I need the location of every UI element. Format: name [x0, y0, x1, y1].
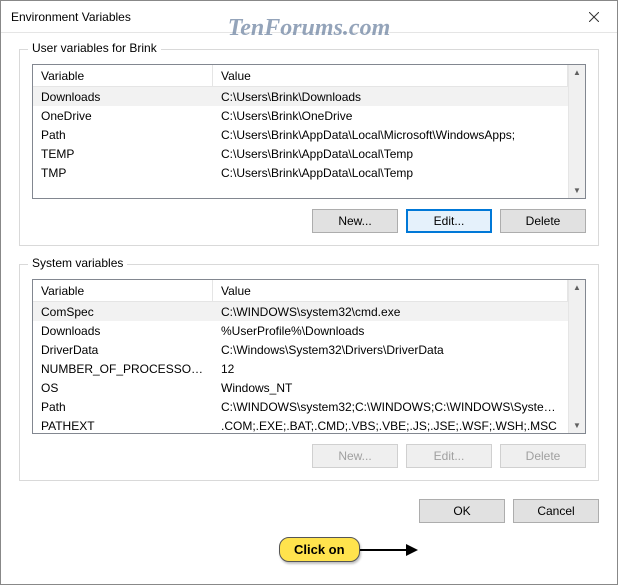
system-group-label: System variables	[28, 256, 127, 270]
table-row[interactable]: DriverData C:\Windows\System32\Drivers\D…	[33, 340, 568, 359]
close-icon	[589, 12, 599, 22]
system-new-button[interactable]: New...	[312, 444, 398, 468]
user-new-button[interactable]: New...	[312, 209, 398, 233]
scroll-up-icon: ▲	[573, 280, 581, 295]
col-header-variable[interactable]: Variable	[33, 280, 213, 302]
user-edit-button[interactable]: Edit...	[406, 209, 492, 233]
system-table-header: Variable Value	[33, 280, 568, 302]
scroll-up-icon: ▲	[573, 65, 581, 80]
system-delete-button[interactable]: Delete	[500, 444, 586, 468]
callout-annotation: Click on	[279, 537, 418, 562]
table-row[interactable]: NUMBER_OF_PROCESSORS 12	[33, 359, 568, 378]
table-row[interactable]: TEMP C:\Users\Brink\AppData\Local\Temp	[33, 144, 568, 163]
user-variables-group: User variables for Brink Variable Value …	[19, 49, 599, 246]
table-row[interactable]: Downloads C:\Users\Brink\Downloads	[33, 87, 568, 106]
callout-arrow-icon	[358, 539, 418, 561]
user-table-scrollbar[interactable]: ▲ ▼	[568, 65, 585, 198]
system-variables-table[interactable]: Variable Value ComSpec C:\WINDOWS\system…	[32, 279, 586, 434]
user-group-label: User variables for Brink	[28, 41, 161, 55]
system-edit-button[interactable]: Edit...	[406, 444, 492, 468]
user-table-header: Variable Value	[33, 65, 568, 87]
user-variables-table[interactable]: Variable Value Downloads C:\Users\Brink\…	[32, 64, 586, 199]
scroll-down-icon: ▼	[573, 418, 581, 433]
system-variables-group: System variables Variable Value ComSpec …	[19, 264, 599, 481]
table-row[interactable]: ComSpec C:\WINDOWS\system32\cmd.exe	[33, 302, 568, 321]
table-row[interactable]: Path C:\WINDOWS\system32;C:\WINDOWS;C:\W…	[33, 397, 568, 416]
ok-button[interactable]: OK	[419, 499, 505, 523]
scroll-down-icon: ▼	[573, 183, 581, 198]
close-button[interactable]	[571, 1, 617, 33]
table-row[interactable]: OneDrive C:\Users\Brink\OneDrive	[33, 106, 568, 125]
col-header-variable[interactable]: Variable	[33, 65, 213, 87]
system-table-scrollbar[interactable]: ▲ ▼	[568, 280, 585, 433]
titlebar: Environment Variables	[1, 1, 617, 33]
col-header-value[interactable]: Value	[213, 65, 568, 87]
cancel-button[interactable]: Cancel	[513, 499, 599, 523]
user-delete-button[interactable]: Delete	[500, 209, 586, 233]
col-header-value[interactable]: Value	[213, 280, 568, 302]
table-row[interactable]: TMP C:\Users\Brink\AppData\Local\Temp	[33, 163, 568, 182]
callout-label: Click on	[279, 537, 360, 562]
table-row[interactable]: PATHEXT .COM;.EXE;.BAT;.CMD;.VBS;.VBE;.J…	[33, 416, 568, 433]
window-title: Environment Variables	[1, 10, 131, 24]
table-row[interactable]: Path C:\Users\Brink\AppData\Local\Micros…	[33, 125, 568, 144]
table-row[interactable]: OS Windows_NT	[33, 378, 568, 397]
table-row[interactable]: Downloads %UserProfile%\Downloads	[33, 321, 568, 340]
